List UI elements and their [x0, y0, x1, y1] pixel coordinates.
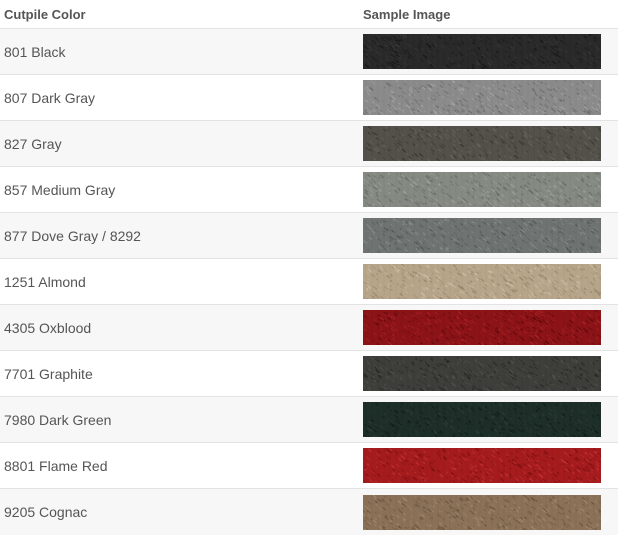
carpet-swatch-image	[363, 356, 601, 391]
table-row: 877 Dove Gray / 8292	[0, 213, 618, 259]
sample-image-cell	[359, 218, 618, 253]
sample-image-cell	[359, 495, 618, 530]
cutpile-color-table: Cutpile Color Sample Image 801 Black 807 …	[0, 0, 618, 535]
sample-image-cell	[359, 80, 618, 115]
color-name: 7980 Dark Green	[0, 412, 359, 428]
header-sample-image: Sample Image	[359, 7, 618, 22]
color-name: 1251 Almond	[0, 274, 359, 290]
sample-image-cell	[359, 126, 618, 161]
color-name: 877 Dove Gray / 8292	[0, 228, 359, 244]
table-header: Cutpile Color Sample Image	[0, 0, 618, 29]
carpet-swatch-image	[363, 218, 601, 253]
color-name: 801 Black	[0, 44, 359, 60]
table-row: 801 Black	[0, 29, 618, 75]
color-name: 827 Gray	[0, 136, 359, 152]
header-cutpile-color: Cutpile Color	[0, 7, 359, 22]
carpet-swatch-image	[363, 34, 601, 69]
color-name: 9205 Cognac	[0, 504, 359, 520]
color-name: 7701 Graphite	[0, 366, 359, 382]
table-body: 801 Black 807 Dark Gray 827 Gray 857 Medium…	[0, 29, 618, 535]
carpet-swatch-image	[363, 495, 601, 530]
carpet-swatch-image	[363, 448, 601, 483]
sample-image-cell	[359, 172, 618, 207]
carpet-swatch-image	[363, 80, 601, 115]
sample-image-cell	[359, 448, 618, 483]
color-name: 8801 Flame Red	[0, 458, 359, 474]
carpet-swatch-image	[363, 310, 601, 345]
table-row: 8801 Flame Red	[0, 443, 618, 489]
sample-image-cell	[359, 356, 618, 391]
color-name: 4305 Oxblood	[0, 320, 359, 336]
table-row: 7701 Graphite	[0, 351, 618, 397]
sample-image-cell	[359, 264, 618, 299]
table-row: 7980 Dark Green	[0, 397, 618, 443]
table-row: 827 Gray	[0, 121, 618, 167]
carpet-swatch-image	[363, 172, 601, 207]
color-name: 857 Medium Gray	[0, 182, 359, 198]
table-row: 857 Medium Gray	[0, 167, 618, 213]
color-name: 807 Dark Gray	[0, 90, 359, 106]
table-row: 4305 Oxblood	[0, 305, 618, 351]
table-row: 807 Dark Gray	[0, 75, 618, 121]
sample-image-cell	[359, 34, 618, 69]
table-row: 1251 Almond	[0, 259, 618, 305]
carpet-swatch-image	[363, 264, 601, 299]
carpet-swatch-image	[363, 126, 601, 161]
table-row: 9205 Cognac	[0, 489, 618, 535]
sample-image-cell	[359, 310, 618, 345]
carpet-swatch-image	[363, 402, 601, 437]
sample-image-cell	[359, 402, 618, 437]
